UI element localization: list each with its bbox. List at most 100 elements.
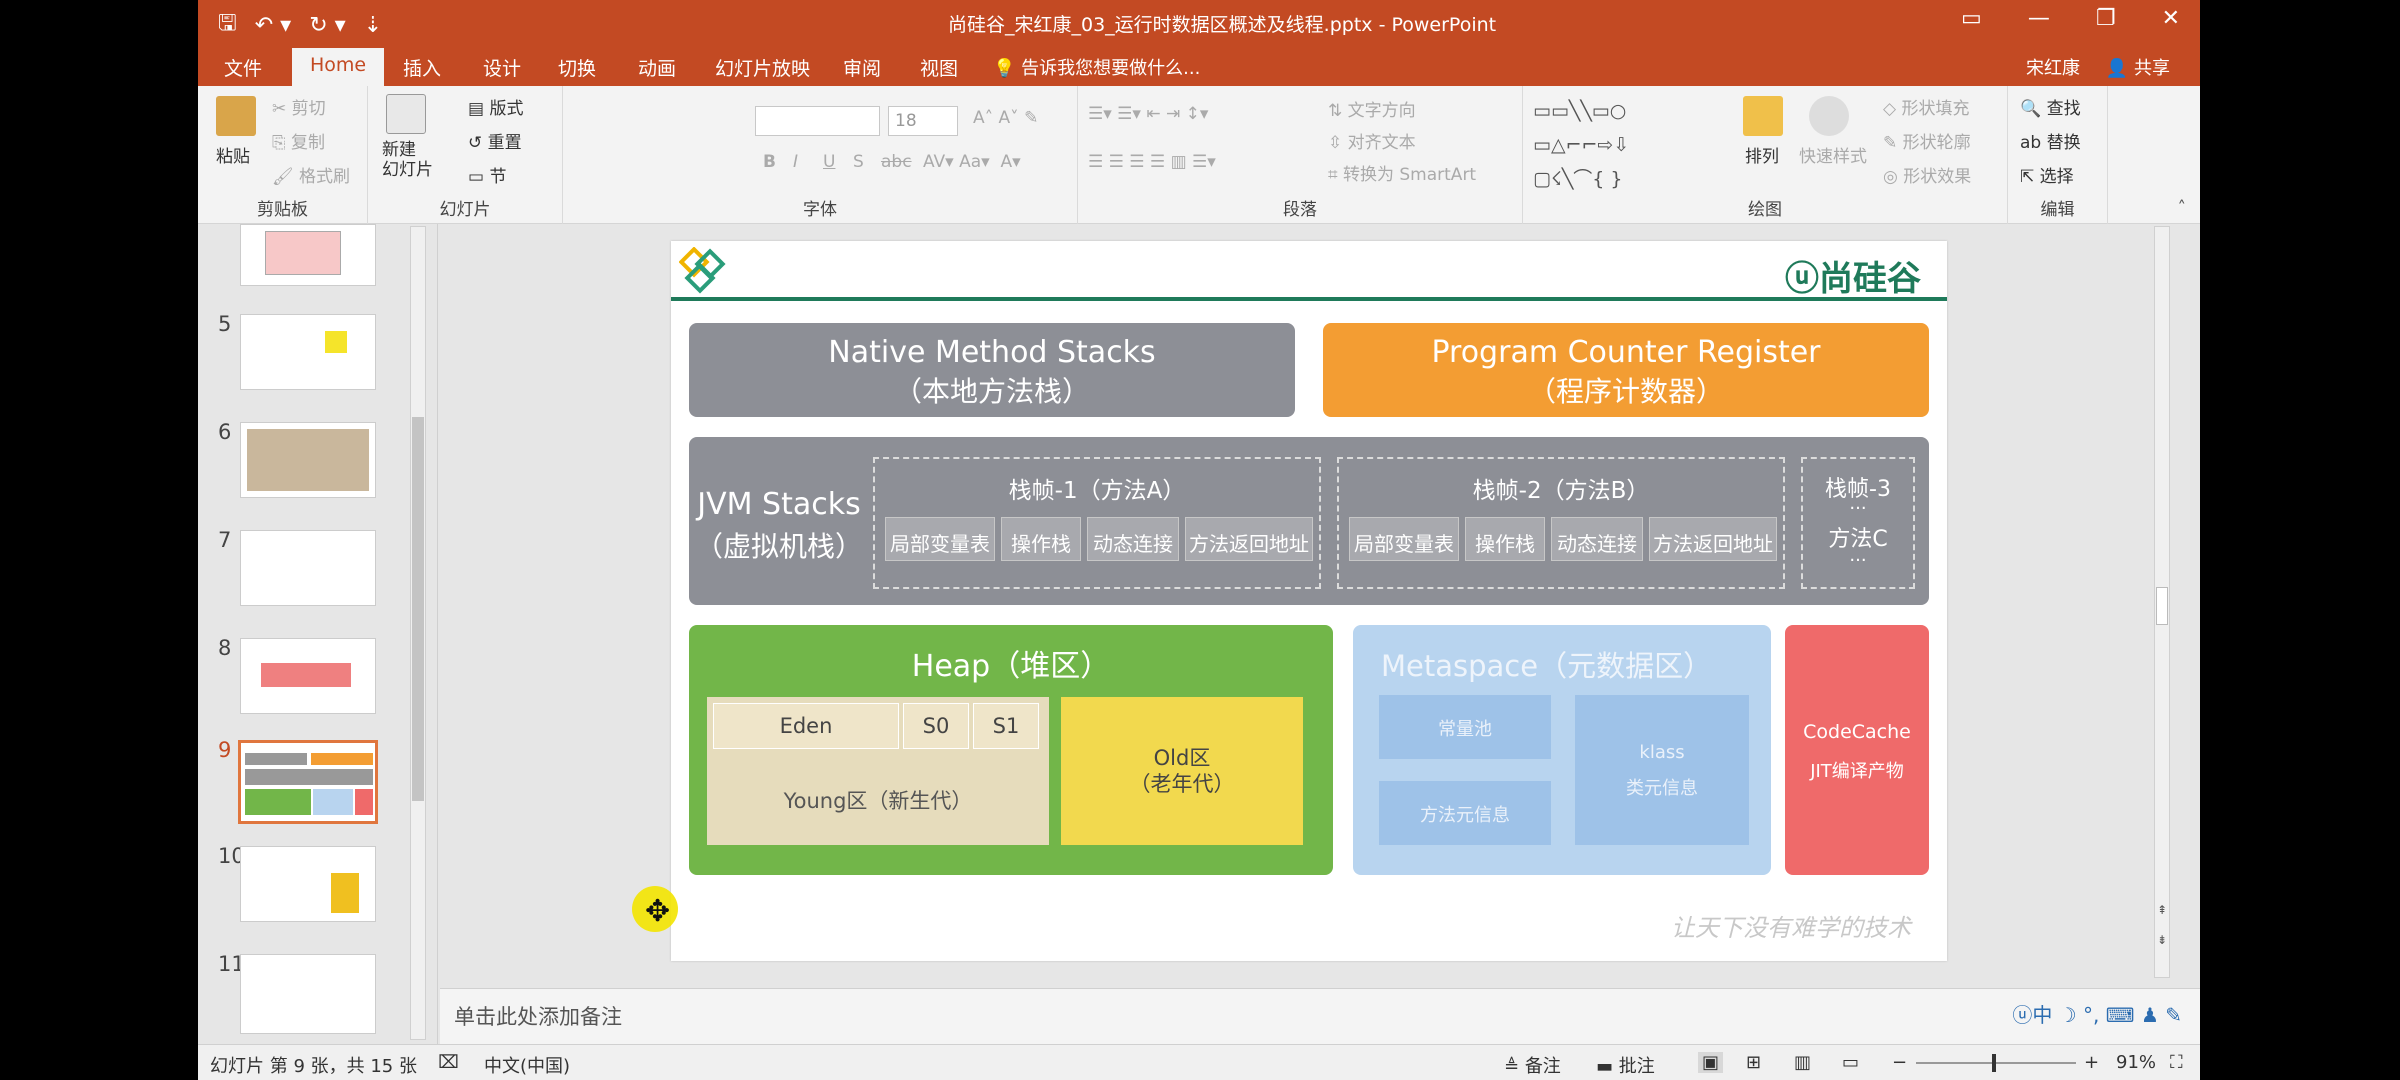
drawing-group-label: 绘图 <box>1748 200 1782 220</box>
tab-slideshow[interactable]: 幻灯片放映 <box>715 54 810 81</box>
find-button[interactable]: 🔍 查找 <box>2020 94 2081 119</box>
user-name[interactable]: 宋红康 <box>2026 54 2080 80</box>
replace-button[interactable]: ab 替换 <box>2020 128 2081 153</box>
bullets-icon[interactable]: ☰▾ ☰▾ ⇤ ⇥ ↕▾ <box>1088 104 1208 124</box>
arrange-button[interactable]: 排列 <box>1745 142 1779 167</box>
notes-placeholder[interactable]: 单击此处添加备注 <box>454 1001 622 1031</box>
notes-pane[interactable]: 单击此处添加备注 ⓤ中 ☽ °, ⌨ ♟ ✎ <box>440 988 2200 1044</box>
close-button[interactable]: ✕ <box>2162 6 2180 31</box>
minimize-button[interactable]: — <box>2028 6 2050 31</box>
underline-button[interactable]: U <box>823 152 835 172</box>
shape-fill-button[interactable]: ◇ 形状填充 <box>1883 94 1969 119</box>
reading-view-icon[interactable]: ▥ <box>1794 1052 1811 1073</box>
thumb-content <box>325 331 347 353</box>
language-indicator[interactable]: 中文(中国) <box>484 1052 570 1078</box>
restore-button[interactable]: ❐ <box>2096 6 2116 31</box>
layout-button[interactable]: ▤ 版式 <box>468 94 523 119</box>
tab-insert[interactable]: 插入 <box>403 54 441 81</box>
italic-button[interactable]: I <box>793 152 798 172</box>
shape-outline-label: 形状轮廓 <box>1902 133 1971 153</box>
bold-button[interactable]: B <box>763 152 776 172</box>
align-text-button[interactable]: ⇳ 对齐文本 <box>1328 128 1416 153</box>
slide-thumbnail[interactable] <box>240 314 376 390</box>
new-slide-button[interactable]: 新建 幻灯片 <box>382 140 433 180</box>
slide-sorter-icon[interactable]: ⊞ <box>1746 1052 1761 1073</box>
spell-check-icon[interactable]: ⌧ <box>438 1052 459 1073</box>
reset-button[interactable]: ↺ 重置 <box>468 128 522 153</box>
zoom-slider[interactable] <box>1916 1062 2076 1064</box>
brand-text: 尚硅谷 <box>1819 259 1921 299</box>
new-slide-icon[interactable] <box>386 94 426 134</box>
tab-review[interactable]: 审阅 <box>843 54 881 81</box>
slideshow-view-icon[interactable]: ▭ <box>1842 1052 1859 1073</box>
paste-button[interactable]: 粘贴 <box>216 142 250 167</box>
ribbon-display-options-icon[interactable]: ▭ <box>1961 6 1982 31</box>
share-button[interactable]: 👤 共享 <box>2106 54 2170 80</box>
slide-thumbnail-selected[interactable] <box>238 740 378 824</box>
cut-button[interactable]: ✂ 剪切 <box>272 94 326 119</box>
quick-styles-icon[interactable] <box>1809 96 1849 136</box>
char-spacing-icon[interactable]: AV▾ Aa▾ A▾ <box>923 152 1021 172</box>
slide-thumbnail[interactable] <box>240 422 376 498</box>
tab-design[interactable]: 设计 <box>483 54 521 81</box>
next-slide-icon[interactable]: ⇟ <box>2155 933 2169 947</box>
quick-styles-button[interactable]: 快速样式 <box>1799 142 1867 167</box>
font-name-input[interactable] <box>755 106 880 136</box>
frame-cell: 局部变量表 <box>1349 517 1459 561</box>
paste-icon[interactable] <box>216 96 256 136</box>
zoom-level[interactable]: 91% <box>2116 1052 2156 1073</box>
brand-logo: ⓤ尚硅谷 <box>1785 259 1921 299</box>
heap-block: Heap（堆区） Eden S0 S1 Young区（新生代） Old区 （老年… <box>689 625 1333 875</box>
zoom-slider-thumb[interactable] <box>1992 1054 1996 1072</box>
thumbnail-scrollbar[interactable] <box>410 226 426 1040</box>
shape-effects-label: 形状效果 <box>1903 167 1972 187</box>
zoom-out-button[interactable]: − <box>1892 1052 1907 1073</box>
tab-file[interactable]: 文件 <box>224 54 262 81</box>
grow-font-icon[interactable]: A˄ A˅ ✎ <box>973 108 1038 128</box>
slide-vertical-scrollbar[interactable]: ⇞ ⇟ <box>2154 226 2170 978</box>
font-size-input[interactable]: 18 <box>888 106 958 136</box>
shadow-button[interactable]: S <box>853 152 864 172</box>
current-slide[interactable]: ⓤ尚硅谷 Native Method Stacks （本地方法栈） Progra… <box>671 241 1947 961</box>
prev-slide-icon[interactable]: ⇞ <box>2155 903 2169 917</box>
save-icon[interactable]: 🖫 <box>218 6 237 44</box>
strikethrough-button[interactable]: abc <box>881 152 912 172</box>
slide-thumbnails-pane: 5 6 7 8 9 10 11 <box>198 224 438 1044</box>
zoom-in-button[interactable]: + <box>2084 1052 2099 1073</box>
shape-outline-button[interactable]: ✎ 形状轮廓 <box>1883 128 1971 153</box>
scrollbar-thumb[interactable] <box>2156 587 2168 625</box>
redo-icon[interactable]: ↻ ▾ <box>309 13 345 38</box>
quick-access-toolbar: 🖫 ↶ ▾ ↻ ▾ ⇣ <box>218 6 382 44</box>
section-button[interactable]: ▭ 节 <box>468 162 506 187</box>
undo-icon[interactable]: ↶ ▾ <box>255 13 291 38</box>
tab-view[interactable]: 视图 <box>920 54 958 81</box>
shape-effects-button[interactable]: ◎ 形状效果 <box>1883 162 1971 187</box>
align-icons[interactable]: ☰ ☰ ☰ ☰ ▥ ☰▾ <box>1088 152 1216 172</box>
slide-thumbnail-4-partial[interactable] <box>240 224 376 286</box>
scrollbar-thumb[interactable] <box>412 417 424 801</box>
text-direction-button[interactable]: ⇅ 文字方向 <box>1328 96 1416 121</box>
slide-thumbnail[interactable] <box>240 638 376 714</box>
customize-qat-icon[interactable]: ⇣ <box>364 13 382 38</box>
tab-home[interactable]: Home <box>292 48 385 86</box>
notes-toggle[interactable]: ≜ 备注 <box>1504 1052 1561 1078</box>
select-button[interactable]: ⇱ 选择 <box>2020 162 2074 187</box>
collapse-ribbon-icon[interactable]: ˄ <box>2178 198 2187 218</box>
young-label: Young区（新生代） <box>783 789 973 813</box>
slide-thumbnail[interactable] <box>240 530 376 606</box>
tell-me-search[interactable]: 💡 告诉我您想要做什么... <box>993 54 1200 80</box>
header-divider <box>671 297 1947 301</box>
comments-toggle[interactable]: ▬ 批注 <box>1596 1052 1655 1078</box>
normal-view-icon[interactable]: ▣ <box>1698 1052 1724 1073</box>
slide-thumbnail[interactable] <box>240 846 376 922</box>
smartart-button[interactable]: ⌗ 转换为 SmartArt <box>1328 160 1476 185</box>
arrange-icon[interactable] <box>1743 96 1783 136</box>
ime-toolbar[interactable]: ⓤ中 ☽ °, ⌨ ♟ ✎ <box>2012 999 2182 1028</box>
tab-transitions[interactable]: 切换 <box>558 54 596 81</box>
copy-button[interactable]: ⎘ 复制 <box>272 128 325 153</box>
format-painter-button[interactable]: 🖌 格式刷 <box>272 162 350 187</box>
fit-to-window-icon[interactable]: ⛶ <box>2170 1052 2183 1073</box>
slide-thumbnail[interactable] <box>240 954 376 1034</box>
shapes-gallery[interactable]: ▭▭╲╲▭○ ▭△⌐⌐⇨⇩ ▢☇╲⌒{ } <box>1533 94 1629 196</box>
tab-animations[interactable]: 动画 <box>638 54 676 81</box>
